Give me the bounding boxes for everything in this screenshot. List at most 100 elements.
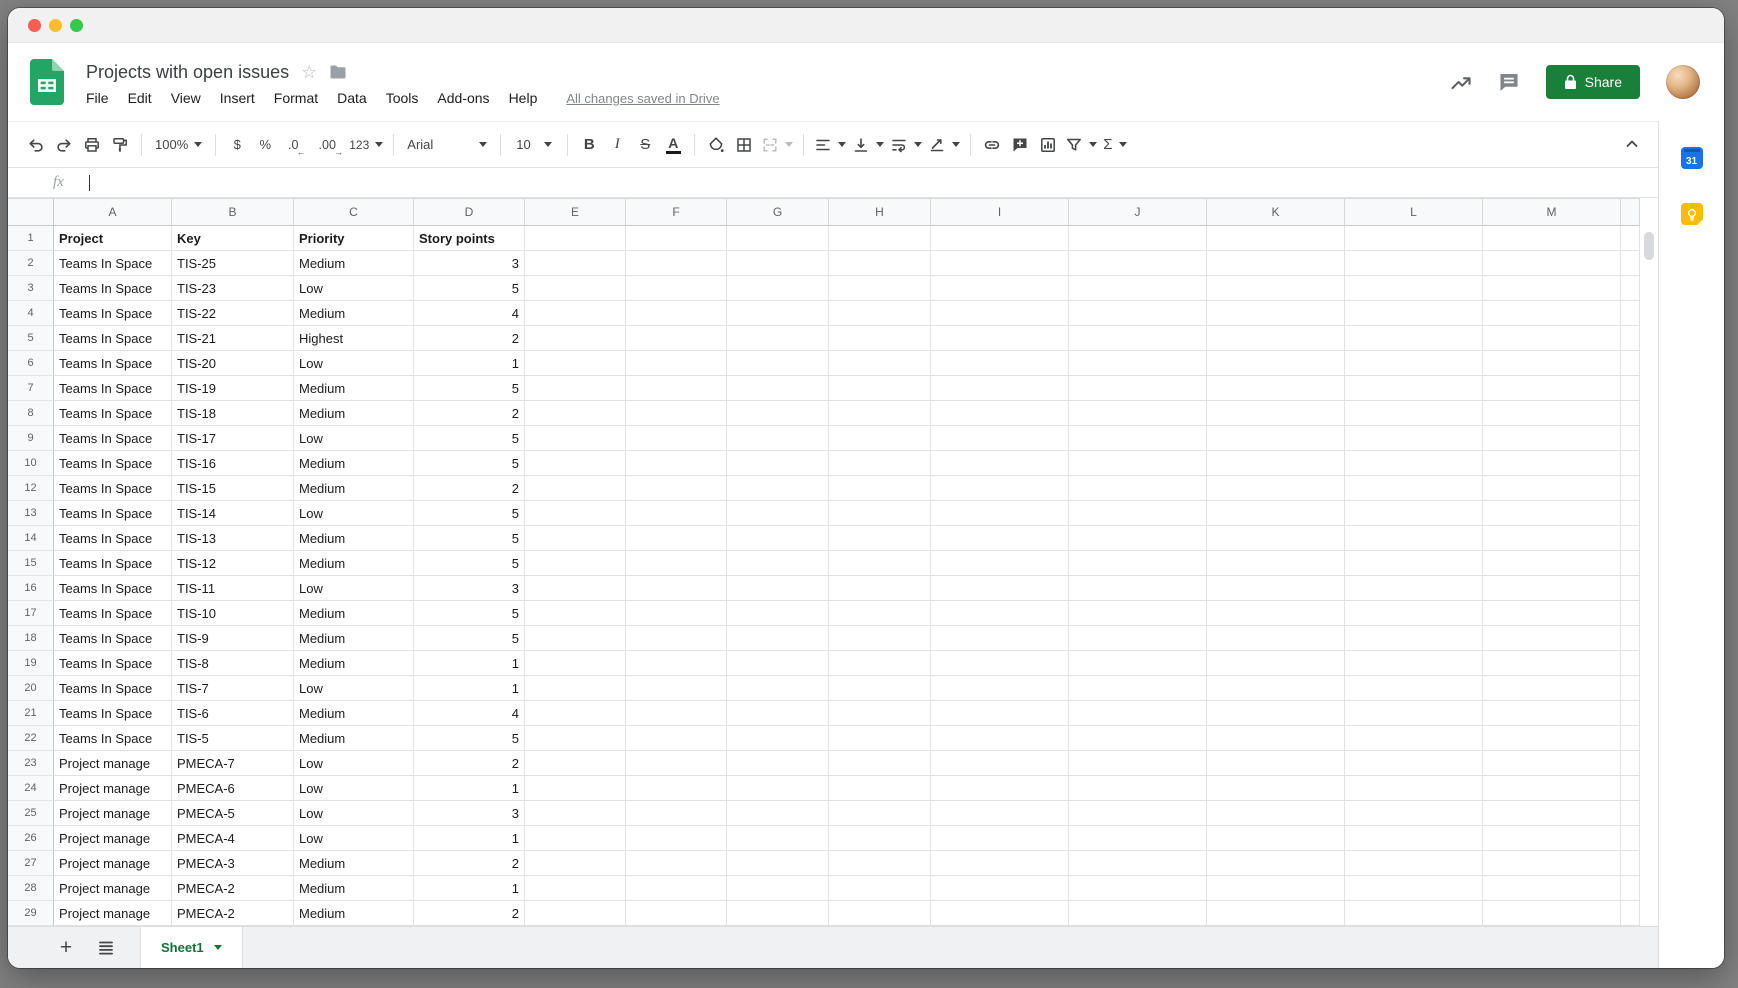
column-header-h[interactable]: H [829, 198, 931, 226]
close-window-button[interactable] [28, 19, 41, 32]
cell-H5[interactable] [829, 326, 931, 351]
cell-H21[interactable] [829, 701, 931, 726]
cell-F7[interactable] [626, 376, 727, 401]
cell-E8[interactable] [525, 401, 626, 426]
cell-F9[interactable] [626, 426, 727, 451]
cell-D2[interactable]: 3 [414, 251, 525, 276]
cell-F5[interactable] [626, 326, 727, 351]
cell-D17[interactable]: 5 [414, 601, 525, 626]
cell-A9[interactable]: Teams In Space [54, 426, 172, 451]
menu-format[interactable]: Format [274, 90, 318, 106]
select-all-corner[interactable] [8, 198, 54, 226]
cell-A7[interactable]: Teams In Space [54, 376, 172, 401]
cell-E16[interactable] [525, 576, 626, 601]
vertical-align-button[interactable] [849, 131, 887, 159]
cell-J25[interactable] [1069, 801, 1207, 826]
cell-G14[interactable] [727, 526, 829, 551]
cell-M12[interactable] [1483, 476, 1621, 501]
cell-C5[interactable]: Highest [294, 326, 414, 351]
cell-E17[interactable] [525, 601, 626, 626]
cell-A13[interactable]: Teams In Space [54, 501, 172, 526]
account-avatar[interactable] [1666, 65, 1700, 99]
column-header-partial[interactable] [1621, 198, 1640, 226]
cell-J12[interactable] [1069, 476, 1207, 501]
cell-I4[interactable] [931, 301, 1069, 326]
cell-B19[interactable]: TIS-8 [172, 651, 294, 676]
cell-L22[interactable] [1345, 726, 1483, 751]
cell-B16[interactable]: TIS-11 [172, 576, 294, 601]
cell-C23[interactable]: Low [294, 751, 414, 776]
cell-A3[interactable]: Teams In Space [54, 276, 172, 301]
cell-K22[interactable] [1207, 726, 1345, 751]
cell-G2[interactable] [727, 251, 829, 276]
cell-I29[interactable] [931, 901, 1069, 926]
cell-F2[interactable] [626, 251, 727, 276]
cell-C7[interactable]: Medium [294, 376, 414, 401]
cell-L20[interactable] [1345, 676, 1483, 701]
cell-C28[interactable]: Medium [294, 876, 414, 901]
cell-E10[interactable] [525, 451, 626, 476]
horizontal-align-button[interactable] [811, 131, 849, 159]
row-header-12[interactable]: 12 [8, 476, 54, 501]
cell-E6[interactable] [525, 351, 626, 376]
cell-F24[interactable] [626, 776, 727, 801]
cell-A18[interactable]: Teams In Space [54, 626, 172, 651]
cell-E27[interactable] [525, 851, 626, 876]
cell-M16[interactable] [1483, 576, 1621, 601]
cell-B10[interactable]: TIS-16 [172, 451, 294, 476]
cell-partial[interactable] [1621, 551, 1640, 576]
cell-M18[interactable] [1483, 626, 1621, 651]
cell-D23[interactable]: 2 [414, 751, 525, 776]
cell-partial[interactable] [1621, 326, 1640, 351]
star-icon[interactable]: ☆ [301, 63, 317, 81]
cell-I6[interactable] [931, 351, 1069, 376]
cell-partial[interactable] [1621, 901, 1640, 926]
cell-G8[interactable] [727, 401, 829, 426]
cell-J5[interactable] [1069, 326, 1207, 351]
cell-H19[interactable] [829, 651, 931, 676]
cell-partial[interactable] [1621, 751, 1640, 776]
cell-G26[interactable] [727, 826, 829, 851]
cell-H15[interactable] [829, 551, 931, 576]
cell-K15[interactable] [1207, 551, 1345, 576]
cell-M22[interactable] [1483, 726, 1621, 751]
cell-B23[interactable]: PMECA-7 [172, 751, 294, 776]
cell-J6[interactable] [1069, 351, 1207, 376]
cell-D4[interactable]: 4 [414, 301, 525, 326]
minimize-window-button[interactable] [49, 19, 62, 32]
cell-E1[interactable] [525, 226, 626, 251]
column-header-a[interactable]: A [54, 198, 172, 226]
cell-partial[interactable] [1621, 401, 1640, 426]
cell-F28[interactable] [626, 876, 727, 901]
add-sheet-button[interactable]: + [52, 934, 80, 962]
cell-H14[interactable] [829, 526, 931, 551]
cell-K26[interactable] [1207, 826, 1345, 851]
cell-C18[interactable]: Medium [294, 626, 414, 651]
cell-A4[interactable]: Teams In Space [54, 301, 172, 326]
cell-D5[interactable]: 2 [414, 326, 525, 351]
cell-B25[interactable]: PMECA-5 [172, 801, 294, 826]
cell-J13[interactable] [1069, 501, 1207, 526]
cell-D22[interactable]: 5 [414, 726, 525, 751]
row-header-21[interactable]: 21 [8, 701, 54, 726]
cell-E5[interactable] [525, 326, 626, 351]
cell-B14[interactable]: TIS-13 [172, 526, 294, 551]
cell-M10[interactable] [1483, 451, 1621, 476]
cell-J8[interactable] [1069, 401, 1207, 426]
increase-decimal-button[interactable]: .00→ [313, 131, 341, 159]
cell-E15[interactable] [525, 551, 626, 576]
vertical-scrollbar[interactable] [1644, 232, 1654, 260]
cell-B8[interactable]: TIS-18 [172, 401, 294, 426]
cell-D20[interactable]: 1 [414, 676, 525, 701]
font-size-select[interactable]: 10 [508, 131, 560, 159]
cell-G12[interactable] [727, 476, 829, 501]
cell-K13[interactable] [1207, 501, 1345, 526]
cell-A1[interactable]: Project [54, 226, 172, 251]
cell-E22[interactable] [525, 726, 626, 751]
cell-D10[interactable]: 5 [414, 451, 525, 476]
column-header-c[interactable]: C [294, 198, 414, 226]
text-rotation-button[interactable] [925, 131, 963, 159]
all-sheets-button[interactable] [92, 934, 120, 962]
cell-H13[interactable] [829, 501, 931, 526]
cell-C12[interactable]: Medium [294, 476, 414, 501]
